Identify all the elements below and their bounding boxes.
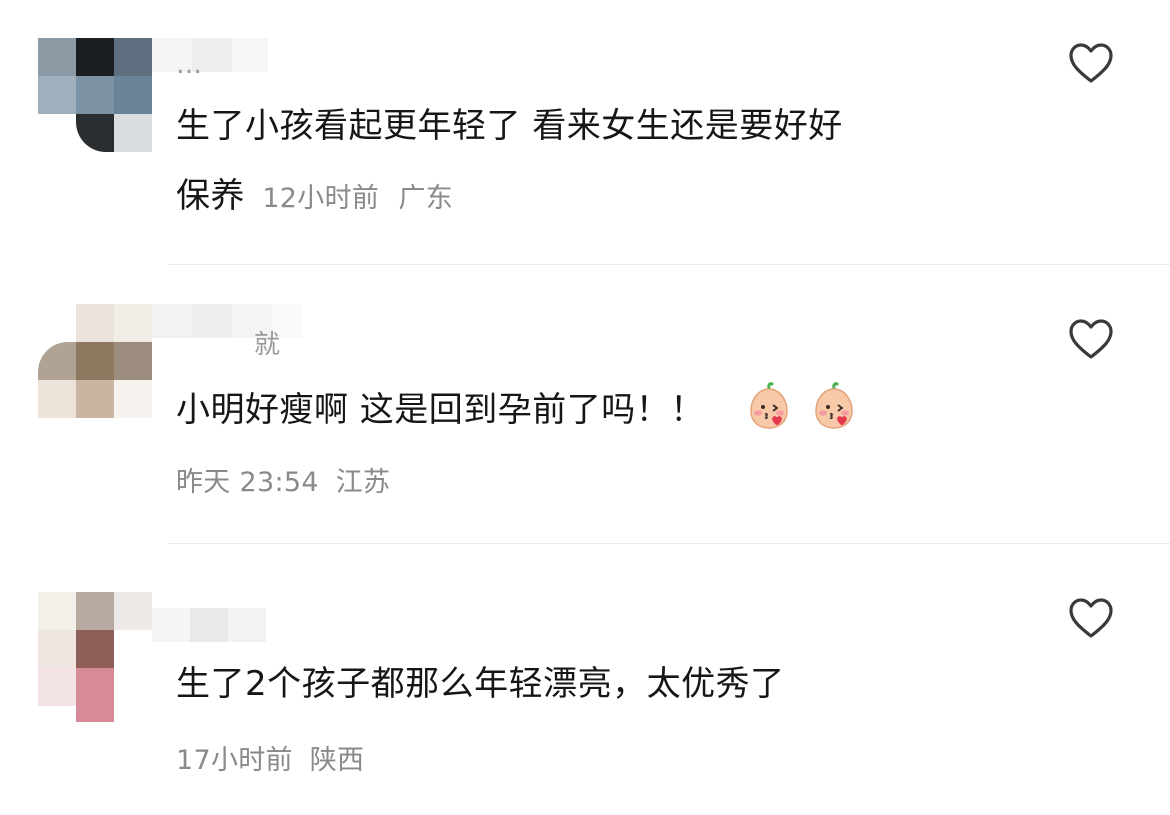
- comment-location: 陕西: [309, 745, 365, 776]
- comment-text-cont: 保养 12小时前 广东: [176, 174, 453, 221]
- peach-kiss-emoji: [750, 382, 788, 429]
- heart-outline-icon[interactable]: [1068, 42, 1114, 84]
- avatar[interactable]: [38, 304, 152, 418]
- comment-text-line1: 生了2个孩子都那么年轻漂亮，太优秀了: [176, 664, 785, 704]
- divider: [168, 543, 1170, 544]
- comment-meta: 昨天 23:54 江苏: [176, 460, 390, 499]
- comment-time: 昨天 23:54: [176, 467, 319, 498]
- comment-time: 12小时前: [262, 183, 380, 214]
- comment-text-line1: 生了小孩看起更年轻了 看来女生还是要好好: [176, 106, 843, 146]
- divider: [168, 264, 1170, 265]
- comment-time: 17小时前: [176, 745, 293, 776]
- avatar[interactable]: [38, 592, 152, 722]
- comment-text: 生了小孩看起更年轻了 看来女生还是要好好: [176, 104, 843, 148]
- comment-location: 江苏: [335, 467, 391, 498]
- comment-text: 生了2个孩子都那么年轻漂亮，太优秀了: [176, 662, 785, 706]
- username-blur: [152, 608, 266, 642]
- comment-meta: 17小时前 陕西: [176, 738, 364, 777]
- comment-text-line1: 小明好瘦啊 这是回到孕前了吗！！: [176, 390, 705, 430]
- username[interactable]: 就: [254, 324, 280, 361]
- heart-outline-icon[interactable]: [1068, 597, 1114, 639]
- heart-outline-icon[interactable]: [1068, 318, 1114, 360]
- peach-kiss-emoji: [815, 382, 854, 429]
- username[interactable]: …: [176, 50, 202, 80]
- comment-location: 广东: [398, 183, 454, 214]
- comment-text-line2: 保养: [176, 176, 245, 216]
- avatar[interactable]: [38, 38, 152, 152]
- username-blur: [152, 38, 272, 72]
- comment-text: 小明好瘦啊 这是回到孕前了吗！！: [176, 381, 859, 432]
